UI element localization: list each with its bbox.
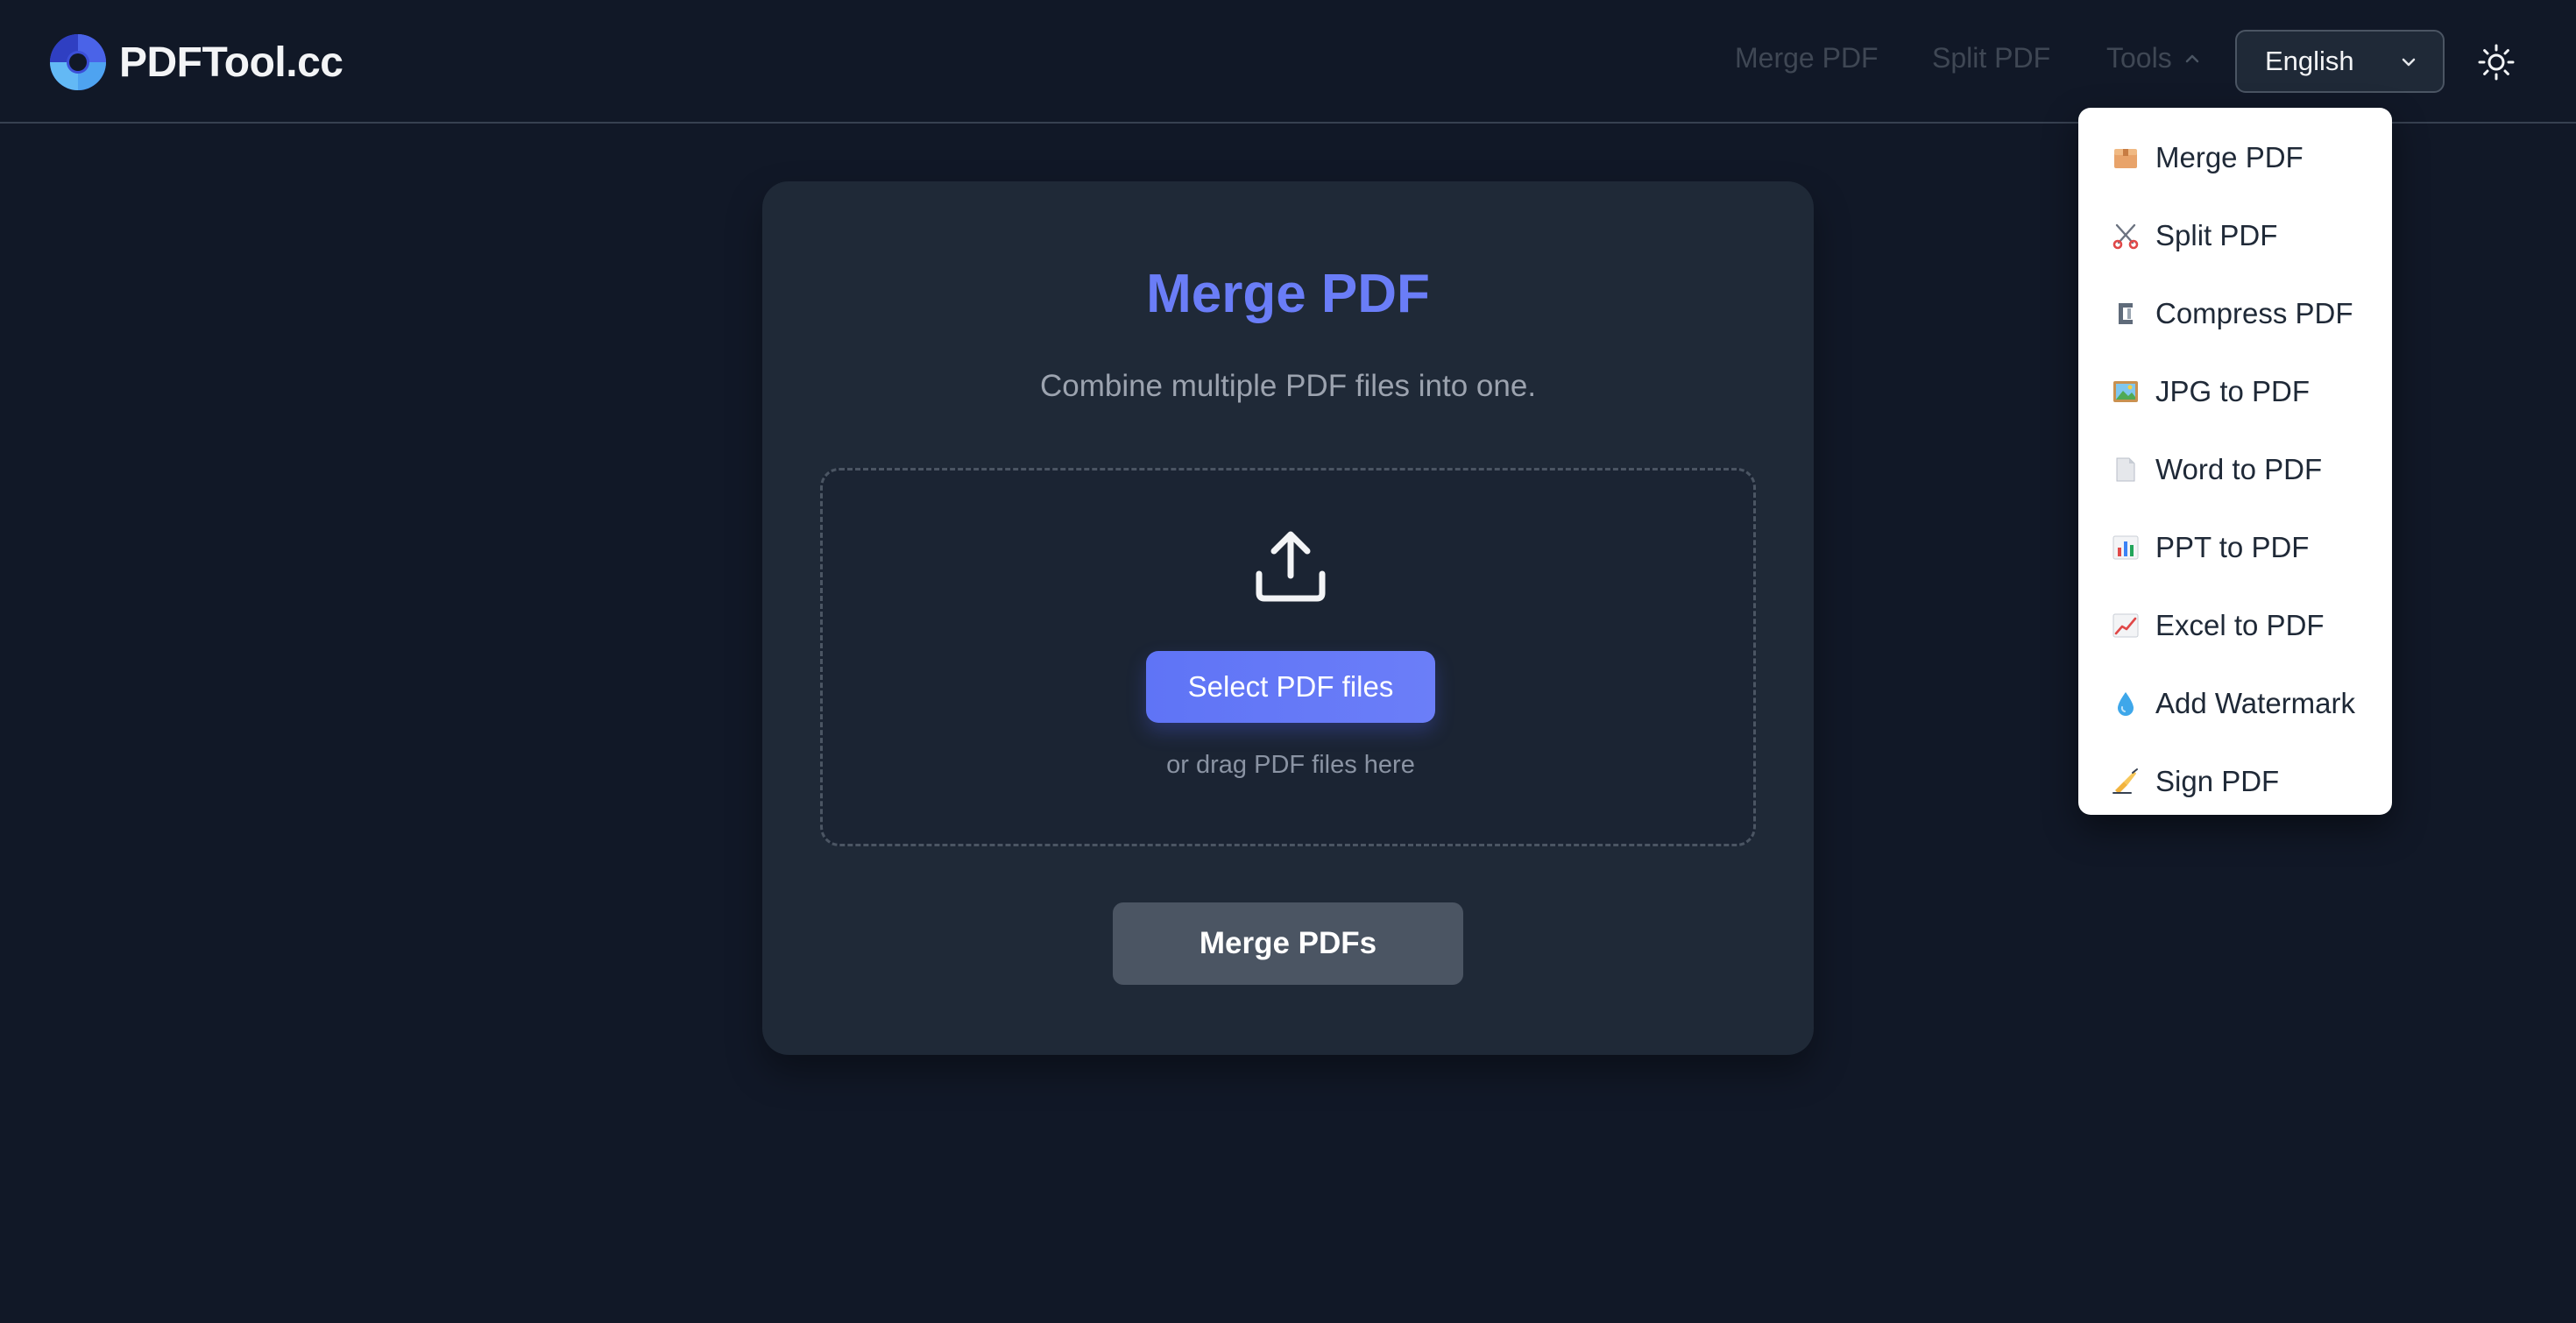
- framed-picture-icon: [2113, 380, 2138, 402]
- menu-item-ppt-to-pdf[interactable]: PPT to PDF: [2078, 508, 2392, 586]
- tools-dropdown-menu: Merge PDF Split PDF Compress PDF JPG to …: [2078, 108, 2392, 815]
- upload-icon: [1256, 531, 1326, 602]
- language-selected-value: English: [2265, 46, 2354, 76]
- bar-chart-icon: [2112, 535, 2139, 559]
- merge-pdf-card: Merge PDF Combine multiple PDF files int…: [762, 181, 1814, 1055]
- writing-hand-icon: [2112, 768, 2138, 794]
- line-chart-icon: [2112, 613, 2139, 637]
- top-header: PDFTool.cc Merge PDF Split PDF Tools Eng…: [0, 0, 2576, 124]
- page-icon: [2116, 457, 2135, 481]
- menu-item-jpg-to-pdf[interactable]: JPG to PDF: [2078, 352, 2392, 430]
- file-dropzone[interactable]: Select PDF files or drag PDF files here: [820, 468, 1756, 846]
- page-title: Merge PDF: [1146, 264, 1430, 324]
- merge-pdfs-button[interactable]: Merge PDFs: [1113, 902, 1463, 985]
- nav-tools-label: Tools: [2106, 42, 2172, 74]
- menu-item-excel-to-pdf[interactable]: Excel to PDF: [2078, 586, 2392, 664]
- menu-item-add-watermark[interactable]: Add Watermark: [2078, 664, 2392, 742]
- menu-item-label: Add Watermark: [2155, 686, 2356, 719]
- theme-toggle-button[interactable]: [2476, 42, 2516, 82]
- aperture-logo-icon: [50, 34, 106, 90]
- menu-item-label: Merge PDF: [2155, 140, 2304, 173]
- brand-logo[interactable]: PDFTool.cc: [49, 32, 343, 93]
- menu-item-compress-pdf[interactable]: Compress PDF: [2078, 274, 2392, 352]
- select-pdf-files-button[interactable]: Select PDF files: [1146, 651, 1435, 723]
- drag-hint-text: or drag PDF files here: [1166, 751, 1415, 779]
- menu-item-label: Word to PDF: [2155, 452, 2323, 485]
- nav-split-pdf[interactable]: Split PDF: [1932, 42, 2050, 74]
- package-icon: [2114, 148, 2137, 168]
- brand-name: PDFTool.cc: [119, 39, 343, 86]
- menu-item-word-to-pdf[interactable]: Word to PDF: [2078, 430, 2392, 508]
- menu-item-label: Split PDF: [2155, 218, 2278, 251]
- menu-item-split-pdf[interactable]: Split PDF: [2078, 196, 2392, 274]
- nav-merge-pdf[interactable]: Merge PDF: [1735, 42, 1879, 74]
- scissors-icon: [2112, 223, 2139, 249]
- page-subtitle: Combine multiple PDF files into one.: [1039, 369, 1537, 403]
- chevron-up-icon: [2185, 54, 2198, 62]
- menu-item-merge-pdf[interactable]: Merge PDF: [2078, 118, 2392, 196]
- sun-icon: [2478, 44, 2515, 81]
- nav-tools-toggle[interactable]: Tools: [2106, 42, 2202, 74]
- menu-item-sign-pdf[interactable]: Sign PDF: [2078, 742, 2392, 820]
- droplet-icon: [2118, 691, 2134, 716]
- menu-item-label: JPG to PDF: [2155, 374, 2311, 407]
- language-select[interactable]: English: [2235, 30, 2445, 93]
- menu-item-label: Excel to PDF: [2155, 608, 2325, 641]
- clamp-icon: [2119, 302, 2133, 324]
- menu-item-label: Sign PDF: [2155, 764, 2280, 797]
- menu-item-label: Compress PDF: [2155, 296, 2353, 329]
- chevron-down-icon: [2402, 58, 2416, 67]
- menu-item-label: PPT to PDF: [2155, 530, 2310, 563]
